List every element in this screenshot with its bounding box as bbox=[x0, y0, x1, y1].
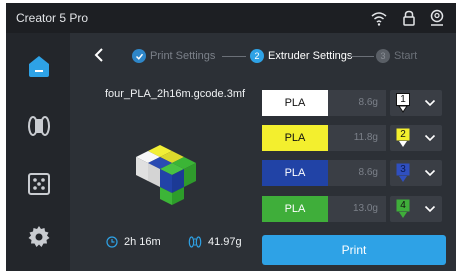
status-bar: Creator 5 Pro bbox=[6, 3, 456, 33]
extruder-badge: 1 bbox=[396, 93, 410, 113]
step-extruder-settings: 2 Extruder Settings bbox=[250, 49, 352, 63]
slot-weight: 8.6g bbox=[358, 167, 378, 178]
chevron-down-icon bbox=[424, 169, 436, 177]
extruder-badge: 4 bbox=[396, 199, 410, 219]
slot-weight: 13.0g bbox=[352, 203, 378, 214]
material-chip[interactable]: PLA bbox=[262, 125, 328, 151]
extruder-select[interactable]: 4 bbox=[390, 196, 442, 222]
material-chip[interactable]: PLA bbox=[262, 160, 328, 186]
lock-icon[interactable] bbox=[400, 9, 418, 27]
extruder-number: 2 bbox=[400, 129, 406, 140]
model-preview-cube bbox=[136, 145, 196, 205]
clock-icon bbox=[106, 236, 118, 248]
step-label: Start bbox=[394, 50, 418, 62]
filament-weight-value: 41.97g bbox=[208, 236, 242, 248]
step-label: Extruder Settings bbox=[268, 50, 353, 62]
filament-weight: 41.97g bbox=[188, 236, 242, 248]
calibration-icon[interactable] bbox=[26, 171, 52, 197]
material-chip[interactable]: PLA bbox=[262, 90, 328, 116]
wifi-icon bbox=[371, 12, 387, 26]
check-icon bbox=[132, 49, 146, 63]
extruder-select[interactable]: 3 bbox=[390, 160, 442, 186]
file-name: four_PLA_2h16m.gcode.3mf bbox=[105, 88, 246, 100]
extruder-badge: 2 bbox=[396, 128, 410, 148]
extruder-number: 4 bbox=[400, 200, 406, 211]
settings-gear-icon[interactable] bbox=[26, 224, 52, 250]
back-chevron-icon[interactable] bbox=[92, 47, 106, 63]
chevron-down-icon bbox=[424, 205, 436, 213]
chevron-down-icon bbox=[424, 99, 436, 107]
step-print-settings[interactable]: Print Settings bbox=[132, 49, 215, 63]
chevron-down-icon bbox=[424, 134, 436, 142]
step-connector bbox=[350, 56, 374, 57]
extruder-select[interactable]: 1 bbox=[390, 90, 442, 116]
filament-slot: PLA 13.0g bbox=[262, 196, 386, 222]
print-time: 2h 16m bbox=[106, 236, 161, 248]
step-connector bbox=[222, 56, 246, 57]
slot-weight: 8.6g bbox=[358, 97, 378, 108]
sidebar bbox=[6, 33, 70, 271]
extruder-number: 1 bbox=[400, 94, 406, 105]
print-button[interactable]: Print bbox=[262, 235, 446, 265]
step-number: 2 bbox=[250, 49, 264, 63]
step-number: 3 bbox=[376, 49, 390, 63]
extruder-badge: 3 bbox=[396, 163, 410, 183]
material-chip[interactable]: PLA bbox=[262, 196, 328, 222]
printer-screen: Creator 5 Pro Print Settings 2 Extruder … bbox=[6, 3, 456, 271]
user-icon[interactable] bbox=[428, 9, 446, 27]
filament-slot: PLA 8.6g bbox=[262, 160, 386, 186]
filament-slot: PLA 8.6g bbox=[262, 90, 386, 116]
filament-spool-icon[interactable] bbox=[26, 113, 52, 139]
filament-slot: PLA 11.8g bbox=[262, 125, 386, 151]
step-start: 3 Start bbox=[376, 49, 417, 63]
app-title: Creator 5 Pro bbox=[16, 11, 89, 25]
print-time-value: 2h 16m bbox=[124, 236, 161, 248]
extruder-number: 3 bbox=[400, 164, 406, 175]
step-label: Print Settings bbox=[150, 50, 216, 62]
spool-icon bbox=[188, 236, 202, 248]
home-icon[interactable] bbox=[26, 53, 52, 79]
slot-weight: 11.8g bbox=[353, 132, 378, 143]
extruder-select[interactable]: 2 bbox=[390, 125, 442, 151]
